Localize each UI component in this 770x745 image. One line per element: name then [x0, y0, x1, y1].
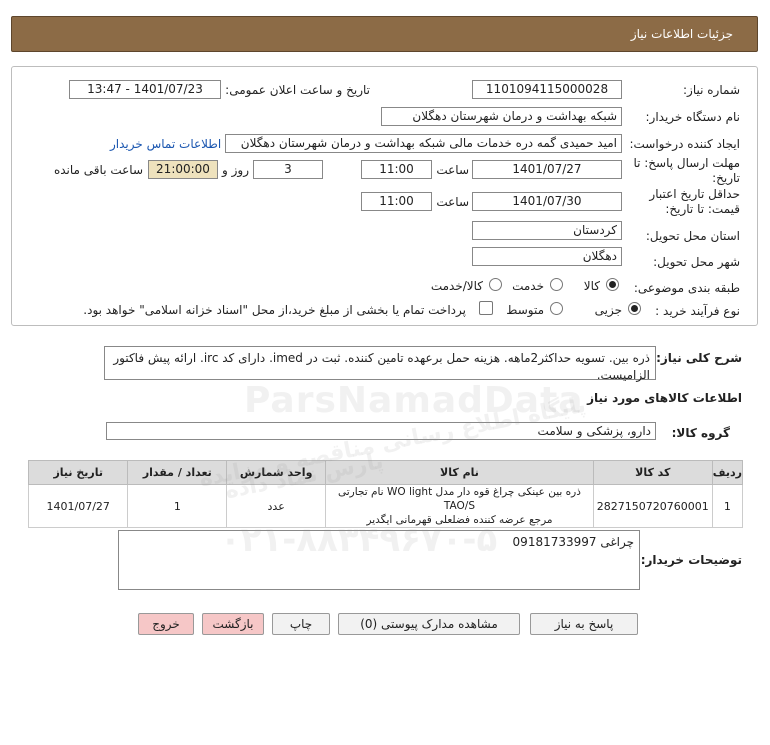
need-number-field: 1101094115000028 — [472, 80, 622, 99]
col-name: نام کالا — [325, 460, 594, 485]
item-unit: عدد — [226, 484, 327, 528]
treasury-checkbox[interactable] — [479, 301, 493, 315]
need-number-label: شماره نیاز: — [683, 83, 740, 97]
process-radio-medium[interactable] — [550, 302, 563, 315]
city-field: دهگلان — [472, 247, 622, 266]
process-label: نوع فرآیند خرید : — [655, 304, 740, 318]
validity-time-label: ساعت — [436, 195, 469, 209]
buyer-contact-link[interactable]: اطلاعات تماس خریدار — [110, 137, 221, 151]
validity-label-date: قیمت: تا تاریخ: — [665, 202, 740, 216]
deadline-date-field: 1401/07/27 — [472, 160, 622, 179]
buyer-notes-label: توضیحات خریدار: — [640, 553, 742, 567]
category-radio-goods-service[interactable] — [489, 278, 502, 291]
item-name-line2: مرجع عرضه کننده فضلعلی قهرمانی ایگدیر — [366, 514, 553, 526]
col-qty: تعداد / مقدار — [127, 460, 228, 485]
process-option-medium: متوسط — [506, 303, 544, 317]
days-label: روز و — [222, 163, 249, 177]
col-unit: واحد شمارش — [226, 460, 327, 485]
goods-section-title: اطلاعات کالاهای مورد نیاز — [587, 391, 742, 405]
buyer-notes-text: چراغی 09181733997 — [118, 530, 640, 590]
row-number: 1 — [711, 484, 744, 528]
validity-time-field: 11:00 — [361, 192, 432, 211]
remaining-time-field: 21:00:00 — [148, 160, 218, 179]
description-label: شرح کلی نیاز: — [656, 351, 742, 365]
goods-group-field: دارو، پزشکی و سلامت — [106, 422, 656, 440]
watermark-brand: ParsNamadData — [244, 380, 584, 421]
validity-date-field: 1401/07/30 — [472, 192, 622, 211]
goods-group-label: گروه کالا: — [671, 426, 730, 440]
category-label: طبقه بندی موضوعی: — [633, 281, 740, 295]
process-option-minor: جزیی — [594, 303, 622, 317]
back-button[interactable]: بازگشت — [202, 613, 264, 635]
item-name: ذره بین عینکی چراغ قوه دار مدل WO light … — [325, 484, 594, 528]
process-radio-minor[interactable] — [628, 302, 641, 315]
deadline-time-field: 11:00 — [361, 160, 432, 179]
page-header: جزئیات اطلاعات نیاز — [11, 16, 758, 52]
deadline-label-date: تاریخ: — [712, 171, 740, 185]
goods-table: ردیف کد کالا نام کالا واحد شمارش تعداد /… — [27, 460, 744, 528]
item-name-line1: ذره بین عینکی چراغ قوه دار مدل WO light … — [338, 486, 581, 512]
col-row: ردیف — [711, 460, 744, 485]
creator-field: امید حمیدی گمه دره خدمات مالی شبکه بهداش… — [225, 134, 622, 153]
remaining-time-label: ساعت باقی مانده — [53, 163, 143, 177]
province-field: کردستان — [472, 221, 622, 240]
category-option-goods-service: کالا/خدمت — [430, 279, 483, 293]
province-label: استان محل تحویل: — [645, 229, 740, 243]
announce-date-label: تاریخ و ساعت اعلان عمومی: — [225, 83, 370, 97]
city-label: شهر محل تحویل: — [653, 255, 740, 269]
reply-button[interactable]: پاسخ به نیاز — [530, 613, 638, 635]
creator-label: ایجاد کننده درخواست: — [629, 137, 740, 151]
buyer-name-field: شبکه بهداشت و درمان شهرستان دهگلان — [381, 107, 622, 126]
page-title: جزئیات اطلاعات نیاز — [630, 27, 733, 41]
table-row: 1 2827150720760001 ذره بین عینکی چراغ قو… — [27, 484, 744, 528]
category-option-service: خدمت — [512, 279, 544, 293]
item-date: 1401/07/27 — [27, 484, 129, 528]
announce-date-field: 1401/07/23 - 13:47 — [69, 80, 221, 99]
remaining-days-field: 3 — [253, 160, 323, 179]
category-radio-goods[interactable] — [606, 278, 619, 291]
treasury-text: پرداخت تمام یا بخشی از مبلغ خرید،از محل … — [83, 303, 466, 317]
print-button[interactable]: چاپ — [272, 613, 330, 635]
deadline-label: مهلت ارسال پاسخ: تا — [633, 156, 740, 170]
col-code: کد کالا — [592, 460, 713, 485]
attachments-button[interactable]: مشاهده مدارک پیوستی (0) — [338, 613, 520, 635]
category-option-goods: کالا — [583, 279, 600, 293]
col-date: تاریخ نیاز — [27, 460, 129, 485]
item-code: 2827150720760001 — [592, 484, 713, 528]
exit-button[interactable]: خروج — [138, 613, 194, 635]
validity-label: حداقل تاریخ اعتبار — [649, 187, 740, 201]
deadline-time-label: ساعت — [436, 163, 469, 177]
goods-table-header: ردیف کد کالا نام کالا واحد شمارش تعداد /… — [27, 460, 744, 485]
buyer-name-label: نام دستگاه خریدار: — [645, 110, 741, 124]
description-text: ذره بین. تسویه حداکثر2ماهه. هزینه حمل بر… — [104, 346, 656, 382]
category-radio-service[interactable] — [550, 278, 563, 291]
item-qty: 1 — [127, 484, 228, 528]
